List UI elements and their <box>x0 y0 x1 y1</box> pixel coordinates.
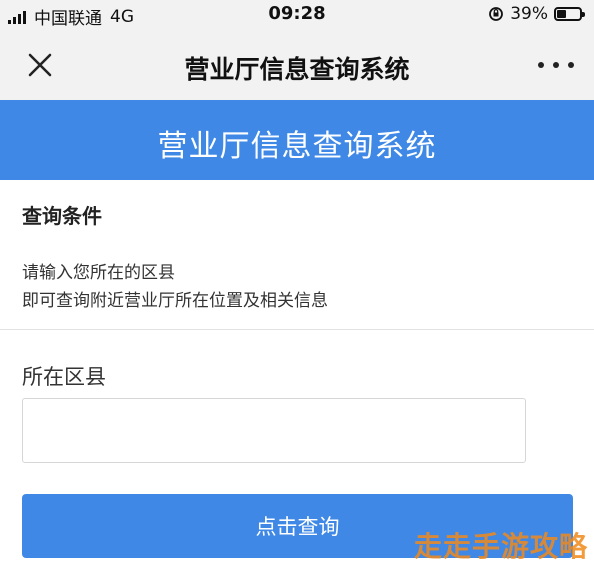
more-button[interactable] <box>538 50 574 80</box>
rotation-lock-icon <box>489 7 504 21</box>
nav-title: 营业厅信息查询系统 <box>184 55 410 84</box>
more-dot <box>553 62 559 68</box>
conditions-instruction-2: 即可查询附近营业厅所在位置及相关信息 <box>22 291 328 311</box>
district-label: 所在区县 <box>22 365 106 389</box>
battery-fill <box>557 10 566 18</box>
status-bar: 中国联通 4G 09:28 39% <box>0 0 594 30</box>
page-header: 营业厅信息查询系统 <box>0 100 594 180</box>
conditions-title: 查询条件 <box>22 204 102 228</box>
more-dot <box>568 62 574 68</box>
title-bar: 营业厅信息查询系统 <box>0 30 594 100</box>
page-header-title: 营业厅信息查询系统 <box>157 129 437 164</box>
district-input[interactable] <box>22 398 526 463</box>
watermark-logo: 走走手游攻略 <box>413 530 588 563</box>
conditions-instruction-1: 请输入您所在的区县 <box>22 263 175 283</box>
battery-percent: 39% <box>510 4 548 24</box>
status-right: 39% <box>488 4 585 24</box>
query-conditions-card: 查询条件 请输入您所在的区县 即可查询附近营业厅所在位置及相关信息 <box>0 180 594 330</box>
battery-icon <box>554 7 585 21</box>
more-dot <box>538 62 544 68</box>
